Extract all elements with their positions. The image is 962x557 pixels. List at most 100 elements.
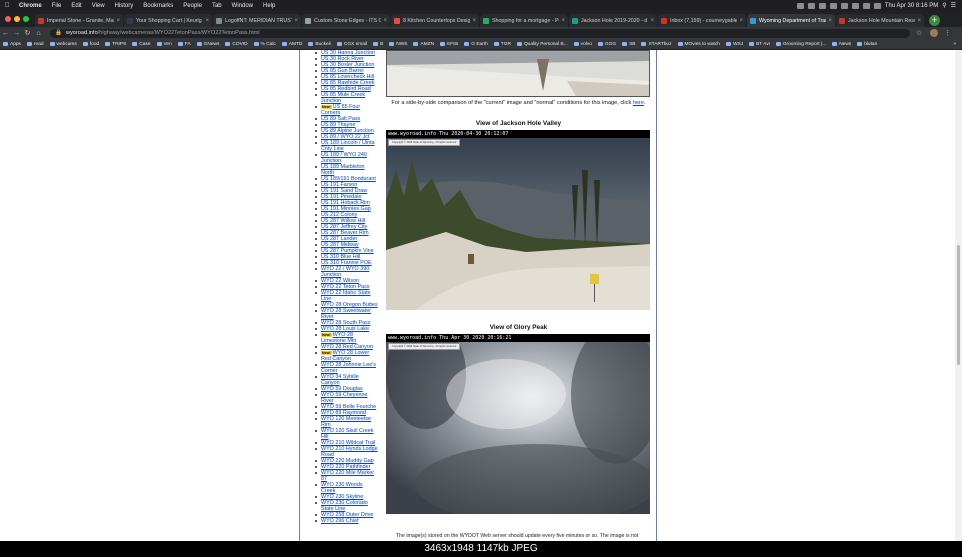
bookmark-item[interactable]: volvo bbox=[571, 42, 595, 47]
bookmark-item[interactable]: News bbox=[829, 42, 854, 47]
bookmark-item[interactable]: AMZN bbox=[410, 42, 437, 47]
webcam-link[interactable]: US 189 / WYO 240 Junction bbox=[321, 152, 367, 164]
bookmark-item[interactable]: GGG bbox=[595, 42, 619, 47]
status-icon[interactable] bbox=[840, 2, 848, 9]
bookmarks-overflow-icon[interactable]: » bbox=[953, 42, 962, 47]
minimize-window-icon[interactable] bbox=[14, 16, 20, 22]
bookmark-item[interactable]: GNews bbox=[194, 42, 223, 47]
tab-close-icon[interactable]: × bbox=[116, 18, 120, 24]
bookmark-item[interactable]: Quality Personal B... bbox=[514, 42, 571, 47]
bookmark-item[interactable]: BT Avi bbox=[746, 42, 773, 47]
bookmark-item[interactable]: TRIPS bbox=[102, 42, 129, 47]
bookmark-item[interactable]: blutan bbox=[854, 42, 880, 47]
webcam-link[interactable]: WYO 120 Meeteetse Rim bbox=[321, 416, 371, 428]
menu-people[interactable]: People bbox=[178, 3, 207, 9]
browser-tab[interactable]: Your Shopping Cart | Keurig × bbox=[124, 14, 212, 27]
wifi-icon[interactable] bbox=[851, 2, 859, 9]
tab-close-icon[interactable]: × bbox=[561, 18, 565, 24]
tab-close-icon[interactable]: × bbox=[917, 18, 921, 24]
bookmark-item[interactable]: Ven bbox=[154, 42, 175, 47]
webcam-link[interactable]: US 189 Marbleton North bbox=[321, 164, 364, 176]
browser-tab[interactable]: LogoffNT: MERIDIAN TRUST F × bbox=[213, 14, 301, 27]
menu-bookmarks[interactable]: Bookmarks bbox=[138, 3, 178, 9]
bookmark-item[interactable]: Case bbox=[129, 42, 153, 47]
apple-icon[interactable]:  bbox=[0, 2, 14, 9]
menu-tab[interactable]: Tab bbox=[207, 3, 227, 9]
browser-tab[interactable]: Jackson Hole Mountain Resort × bbox=[836, 14, 924, 27]
webcam-link[interactable]: WYO 220 Mile Marker 87 bbox=[321, 470, 374, 482]
webcam-link[interactable]: WYO 22 Idaho State Line bbox=[321, 290, 370, 302]
battery-icon[interactable] bbox=[873, 2, 881, 9]
browser-tab[interactable]: Imperial Stone - Granite, Marb × bbox=[35, 14, 123, 27]
tab-close-icon[interactable]: × bbox=[472, 18, 476, 24]
scrollbar-thumb[interactable] bbox=[957, 245, 960, 365]
back-icon[interactable]: ← bbox=[0, 30, 11, 37]
spotlight-icon[interactable]: ⚲ bbox=[942, 2, 946, 9]
forward-icon[interactable]: → bbox=[11, 30, 22, 37]
comparison-link[interactable]: here bbox=[633, 100, 644, 106]
bookmark-item[interactable]: % Calc bbox=[251, 42, 279, 47]
tab-close-icon[interactable]: × bbox=[650, 18, 654, 24]
bookmark-item[interactable]: webcams bbox=[47, 42, 80, 47]
browser-tab[interactable]: 8 Kitchen Countertops Design × bbox=[391, 14, 479, 27]
webcam-link[interactable]: WYO 34 Sybille Canyon bbox=[321, 374, 359, 386]
webcam-link[interactable]: US 189 Lincoln / Uinta Cnty Line bbox=[321, 140, 375, 152]
home-icon[interactable]: ⌂ bbox=[33, 30, 44, 37]
webcam-link[interactable]: WYO 230 Woods Creek bbox=[321, 482, 363, 494]
menu-clock[interactable]: Thu Apr 30 8:16 PM bbox=[885, 3, 938, 9]
status-icon[interactable] bbox=[807, 2, 815, 9]
bookmark-item[interactable]: Grooming Report |... bbox=[773, 42, 829, 47]
bookmark-item[interactable]: SB bbox=[619, 42, 638, 47]
bookmark-item[interactable]: WSJ bbox=[723, 42, 746, 47]
status-icon[interactable] bbox=[796, 2, 804, 9]
close-window-icon[interactable] bbox=[5, 16, 11, 22]
menu-edit[interactable]: Edit bbox=[66, 3, 86, 9]
bookmark-item[interactable]: food bbox=[80, 42, 102, 47]
webcam-link[interactable]: WYO 28 Johnnie Lee's Corner bbox=[321, 362, 376, 374]
tab-close-icon[interactable]: × bbox=[205, 18, 209, 24]
bookmark-item[interactable]: COVID bbox=[222, 42, 250, 47]
bookmark-item[interactable]: NWS bbox=[386, 42, 410, 47]
address-bar[interactable]: 🔒 wyoroad.info/highway/webcameras/WYO22T… bbox=[50, 28, 910, 38]
menu-chrome[interactable]: Chrome bbox=[14, 3, 47, 9]
webcam-link[interactable]: WYO 120 Skull Creek Hill bbox=[321, 428, 373, 440]
menu-history[interactable]: History bbox=[110, 3, 139, 9]
bookmark-item[interactable]: CGX email bbox=[334, 42, 370, 47]
zoom-window-icon[interactable] bbox=[23, 16, 29, 22]
bookmark-item[interactable]: FA bbox=[175, 42, 194, 47]
tab-close-icon[interactable]: × bbox=[739, 18, 743, 24]
menu-view[interactable]: View bbox=[87, 3, 110, 9]
bookmark-item[interactable]: Apps bbox=[0, 42, 24, 47]
tab-close-icon[interactable]: × bbox=[828, 18, 832, 24]
browser-tab[interactable]: Custom Stone Edges - ITS Co × bbox=[302, 14, 390, 27]
menu-window[interactable]: Window bbox=[227, 3, 258, 9]
webcam-link[interactable]: WYO 59 Cheyenne River bbox=[321, 392, 367, 404]
bookmark-item[interactable]: EFIts bbox=[437, 42, 461, 47]
webcam-link[interactable]: WYO 22 / WYO 390 Junction bbox=[321, 266, 369, 278]
status-icon[interactable] bbox=[818, 2, 826, 9]
bookmark-item[interactable]: Buckeli bbox=[305, 42, 333, 47]
lock-icon[interactable]: 🔒 bbox=[55, 30, 62, 36]
tab-close-icon[interactable]: × bbox=[383, 18, 387, 24]
bookmark-item[interactable]: read bbox=[24, 42, 47, 47]
bookmark-star-icon[interactable]: ☆ bbox=[916, 29, 922, 37]
volume-icon[interactable] bbox=[862, 2, 870, 9]
menu-file[interactable]: File bbox=[47, 3, 67, 9]
webcam-link[interactable]: WYO 296 Chief bbox=[321, 518, 358, 524]
bookmark-item[interactable]: MOvies to watch bbox=[675, 42, 723, 47]
webcam-link[interactable]: WYO 210 Hynds Lodge Road bbox=[321, 446, 378, 458]
chrome-menu-icon[interactable]: ⋮ bbox=[944, 29, 951, 37]
control-center-icon[interactable]: ☰ bbox=[951, 2, 956, 9]
browser-tab[interactable]: Inbox (7,159) - courneygable × bbox=[658, 14, 746, 27]
bookmark-item[interactable]: B bbox=[370, 42, 386, 47]
new-tab-button[interactable]: + bbox=[929, 15, 940, 26]
bookmark-item[interactable]: STARTbuz bbox=[638, 42, 674, 47]
browser-tab[interactable]: Jackson Hole 2019-2020 - d × bbox=[569, 14, 657, 27]
menu-help[interactable]: Help bbox=[258, 3, 280, 9]
profile-avatar[interactable] bbox=[930, 29, 939, 37]
bookmark-item[interactable]: AMTD bbox=[279, 42, 306, 47]
webcam-link[interactable]: WYO 230 Colorado State Line bbox=[321, 500, 368, 512]
webcam-link[interactable]: US 85 Mule Creek Junction bbox=[321, 92, 365, 104]
webcam-link[interactable]: WYO 28 Sweetwater River bbox=[321, 308, 371, 320]
tab-close-icon[interactable]: × bbox=[294, 18, 298, 24]
